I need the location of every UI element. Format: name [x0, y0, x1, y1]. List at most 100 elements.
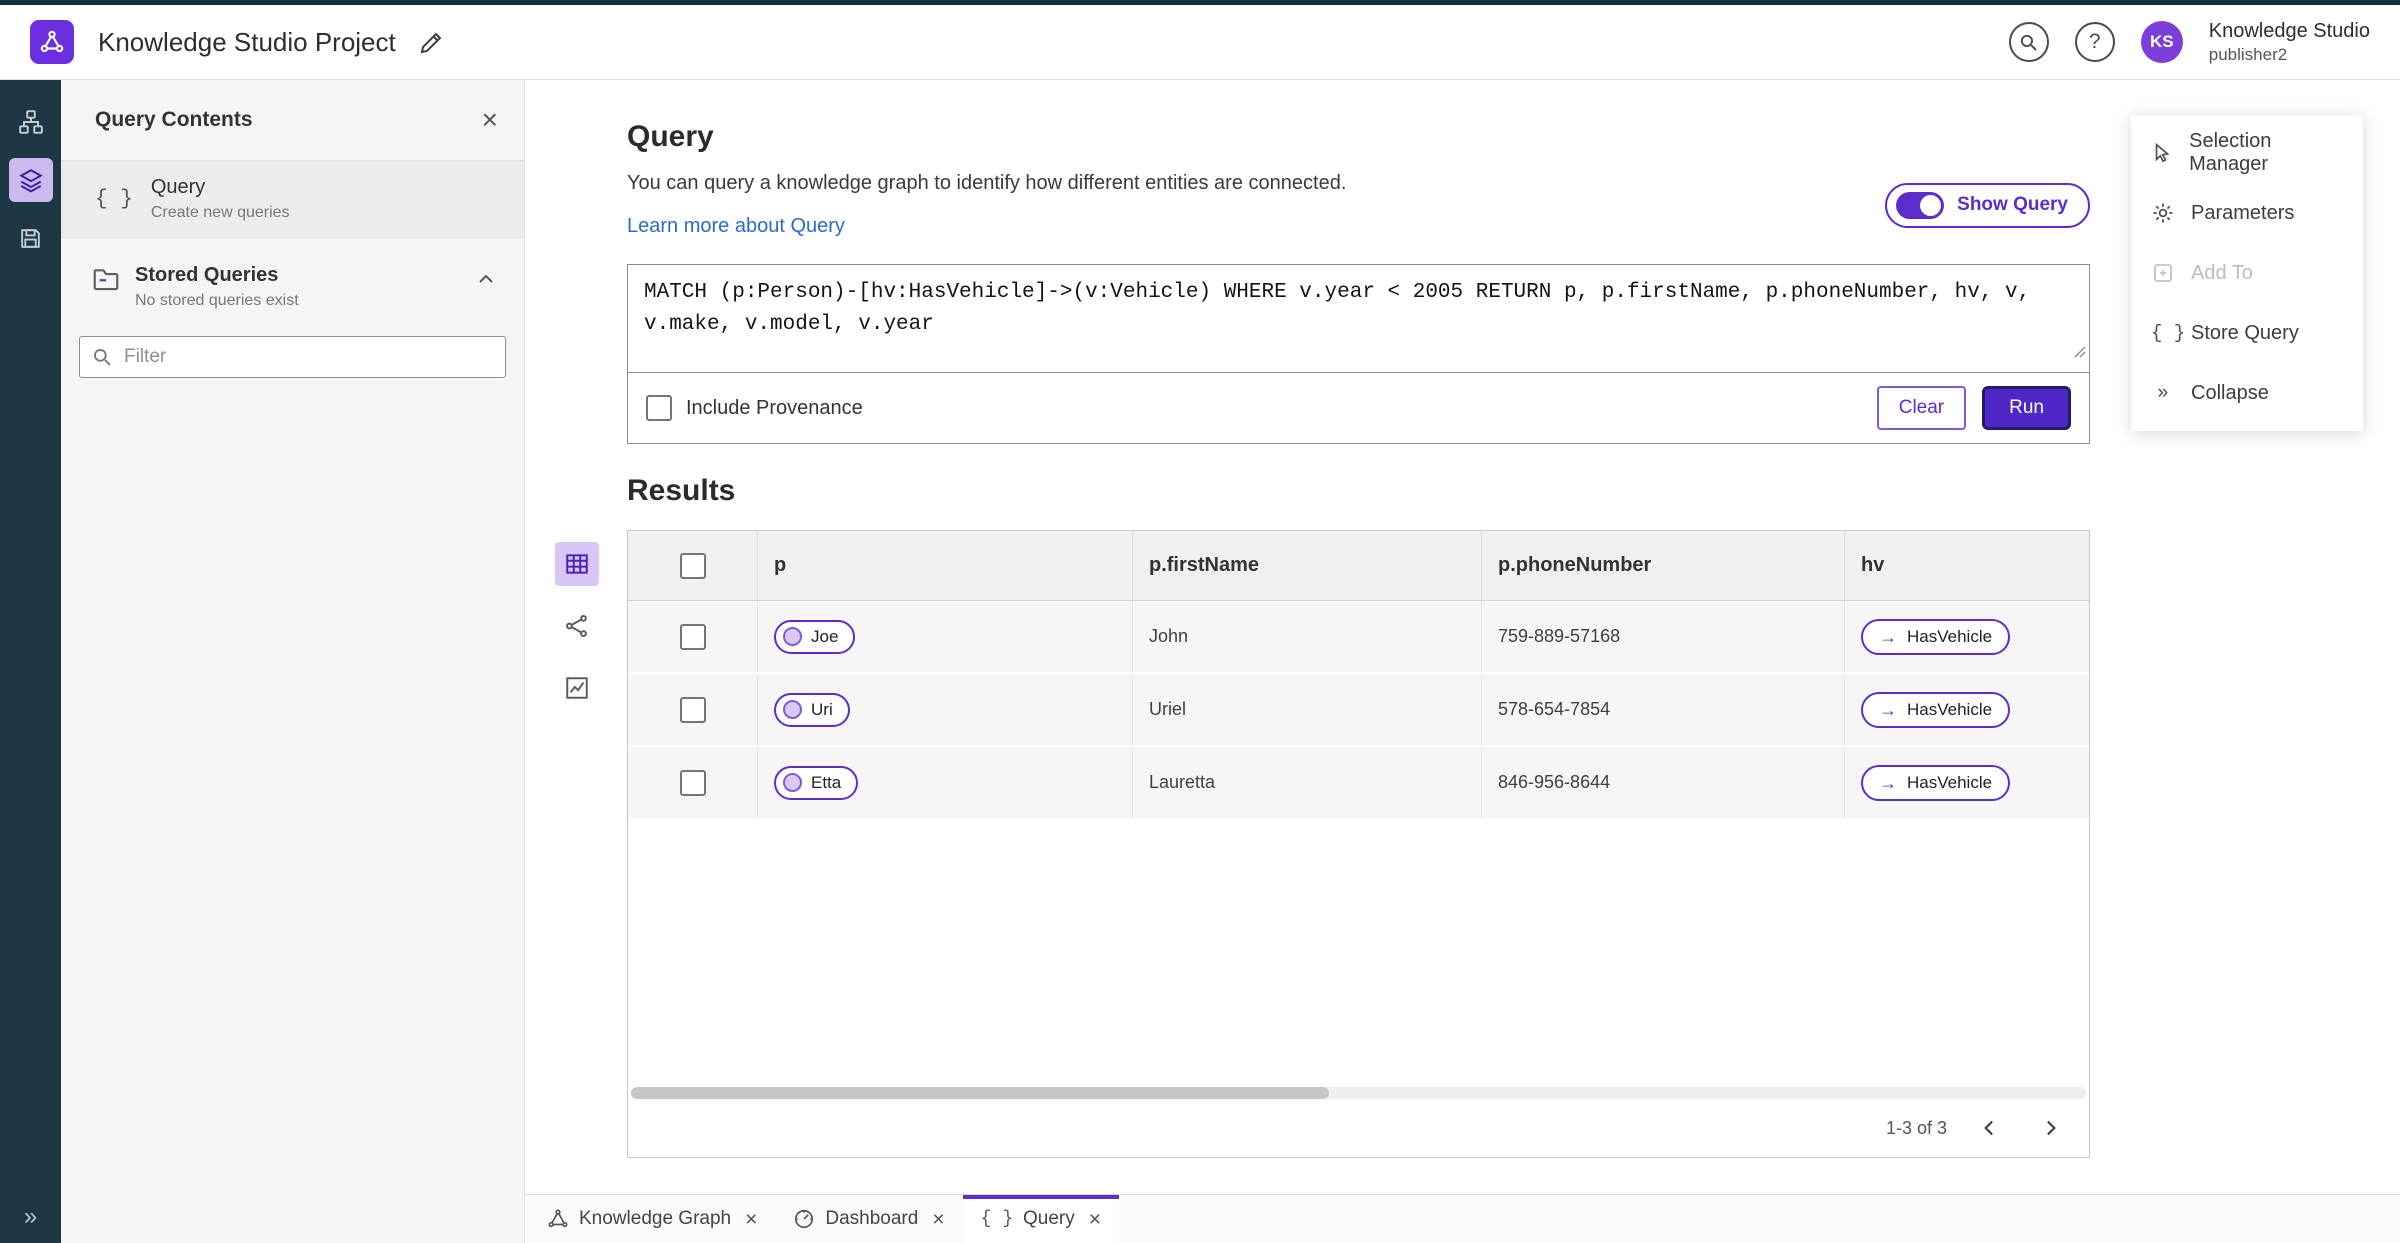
stored-queries-label: Stored Queries: [135, 264, 279, 286]
panel-close-button[interactable]: ×: [482, 106, 498, 134]
scrollbar-thumb[interactable]: [631, 1087, 1330, 1099]
app-logo[interactable]: [30, 20, 74, 64]
rail-layers-button[interactable]: [8, 158, 53, 202]
tab-dashboard[interactable]: Dashboard ×: [775, 1195, 962, 1243]
show-query-toggle[interactable]: Show Query: [1885, 182, 2090, 228]
tab-knowledge-graph[interactable]: Knowledge Graph ×: [529, 1195, 775, 1243]
query-item-label: Query: [150, 176, 206, 198]
show-query-label: Show Query: [1957, 194, 2068, 215]
query-text-editor[interactable]: MATCH (p:Person)-[hv:HasVehicle]->(v:Veh…: [628, 265, 2089, 373]
double-chevron-right-icon: »: [23, 1203, 38, 1230]
search-icon: [94, 349, 111, 366]
node-label: Joe: [811, 626, 839, 646]
column-header-firstname[interactable]: p.firstName: [1133, 531, 1482, 600]
tab-label: Query: [1023, 1208, 1075, 1229]
chart-view-button[interactable]: [555, 666, 599, 710]
menu-item-parameters[interactable]: Parameters: [2131, 183, 2363, 243]
graph-logo-icon: [40, 30, 64, 53]
menu-item-collapse[interactable]: » Collapse: [2131, 363, 2363, 423]
menu-item-add-to[interactable]: Add To: [2131, 243, 2363, 303]
cell-phone: 846-956-8644: [1482, 747, 1845, 818]
pencil-icon: [420, 32, 442, 53]
next-page-button[interactable]: [2033, 1111, 2067, 1145]
document-tab-bar: Knowledge Graph × Dashboard × { } Query …: [525, 1194, 2400, 1243]
rail-expand-button[interactable]: »: [0, 1203, 61, 1231]
row-checkbox[interactable]: [679, 696, 706, 723]
brand-name: Knowledge Studio: [2208, 19, 2370, 42]
tab-close-icon[interactable]: ×: [932, 1209, 944, 1230]
results-title: Results: [627, 474, 736, 507]
node-label: Etta: [811, 772, 842, 792]
edge-label: HasVehicle: [1907, 699, 1993, 719]
panel-title: Query Contents: [95, 108, 253, 131]
query-actions-menu: Selection Manager Parameters Add To { } …: [2131, 115, 2363, 431]
column-header-p[interactable]: p: [758, 531, 1133, 600]
sidebar-item-query[interactable]: { } Query Create new queries: [61, 160, 524, 238]
edit-title-button[interactable]: [418, 29, 445, 56]
search-button[interactable]: [2008, 22, 2049, 62]
node-pill[interactable]: Uri: [774, 692, 850, 727]
clear-button[interactable]: Clear: [1876, 386, 1967, 430]
graph-view-button[interactable]: [555, 604, 599, 648]
node-icon: [783, 773, 802, 792]
menu-item-selection-manager[interactable]: Selection Manager: [2131, 123, 2363, 183]
edge-pill[interactable]: → HasVehicle: [1861, 618, 2011, 655]
query-item-sublabel: Create new queries: [150, 204, 290, 221]
rail-save-button[interactable]: [9, 216, 53, 260]
filter-input[interactable]: [122, 345, 493, 369]
menu-item-label: Parameters: [2191, 201, 2295, 224]
collapse-section-button[interactable]: [474, 268, 498, 297]
cell-firstname: Uriel: [1133, 674, 1482, 745]
row-checkbox[interactable]: [679, 623, 706, 650]
table-icon: [566, 554, 588, 574]
stored-queries-section: Stored Queries No stored queries exist: [61, 238, 524, 330]
menu-item-store-query[interactable]: { } Store Query: [2131, 303, 2363, 363]
project-title: Knowledge Studio Project: [98, 26, 396, 57]
horizontal-scrollbar[interactable]: [631, 1087, 2086, 1099]
edge-pill[interactable]: → HasVehicle: [1861, 691, 2011, 728]
edge-pill[interactable]: → HasVehicle: [1861, 764, 2011, 801]
column-header-hv[interactable]: hv: [1845, 531, 2089, 600]
cell-phone: 578-654-7854: [1482, 674, 1845, 745]
tab-query[interactable]: { } Query ×: [962, 1195, 1120, 1243]
node-pill[interactable]: Etta: [774, 765, 859, 800]
toggle-knob: [1920, 194, 1942, 216]
help-button[interactable]: ?: [2074, 22, 2115, 62]
user-avatar[interactable]: KS: [2140, 21, 2183, 63]
tab-close-icon[interactable]: ×: [745, 1209, 757, 1230]
edge-label: HasVehicle: [1907, 626, 1993, 646]
learn-more-link[interactable]: Learn more about Query: [627, 215, 845, 238]
run-button[interactable]: Run: [1982, 386, 2071, 430]
save-icon: [21, 228, 40, 248]
app-header: Knowledge Studio Project ? KS Knowledge …: [0, 5, 2400, 80]
row-checkbox[interactable]: [679, 769, 706, 796]
double-chevron-right-icon: »: [2157, 382, 2169, 404]
cell-phone: 759-889-57168: [1482, 601, 1845, 672]
stored-queries-sublabel: No stored queries exist: [135, 292, 299, 309]
node-pill[interactable]: Joe: [774, 619, 856, 654]
node-icon: [783, 700, 802, 719]
hierarchy-icon: [18, 110, 43, 134]
query-page: Query You can query a knowledge graph to…: [525, 80, 2400, 1194]
query-contents-panel: Query Contents × { } Query Create new qu…: [61, 80, 525, 1243]
include-provenance-checkbox[interactable]: [646, 395, 672, 421]
network-icon: [566, 615, 587, 637]
previous-page-button[interactable]: [1973, 1111, 2007, 1145]
table-empty-area: [628, 820, 2089, 1087]
rail-model-button[interactable]: [9, 100, 53, 144]
table-view-button[interactable]: [555, 542, 599, 586]
question-mark-icon: ?: [2088, 30, 2101, 53]
select-all-checkbox[interactable]: [679, 552, 706, 579]
graph-icon: [548, 1209, 568, 1228]
layers-icon: [18, 169, 43, 193]
cell-firstname: John: [1133, 601, 1482, 672]
menu-item-label: Selection Manager: [2189, 130, 2272, 175]
results-view-toolbar: [555, 542, 627, 710]
resize-handle-icon[interactable]: [2070, 338, 2086, 370]
chevron-right-icon: [2047, 1120, 2056, 1136]
column-header-phone[interactable]: p.phoneNumber: [1482, 531, 1845, 600]
menu-item-label: Collapse: [2191, 381, 2269, 404]
menu-item-label: Store Query: [2191, 321, 2299, 344]
tab-close-icon[interactable]: ×: [1089, 1209, 1101, 1230]
table-row: Etta Lauretta 846-956-8644 → HasVehicle: [628, 747, 2089, 820]
